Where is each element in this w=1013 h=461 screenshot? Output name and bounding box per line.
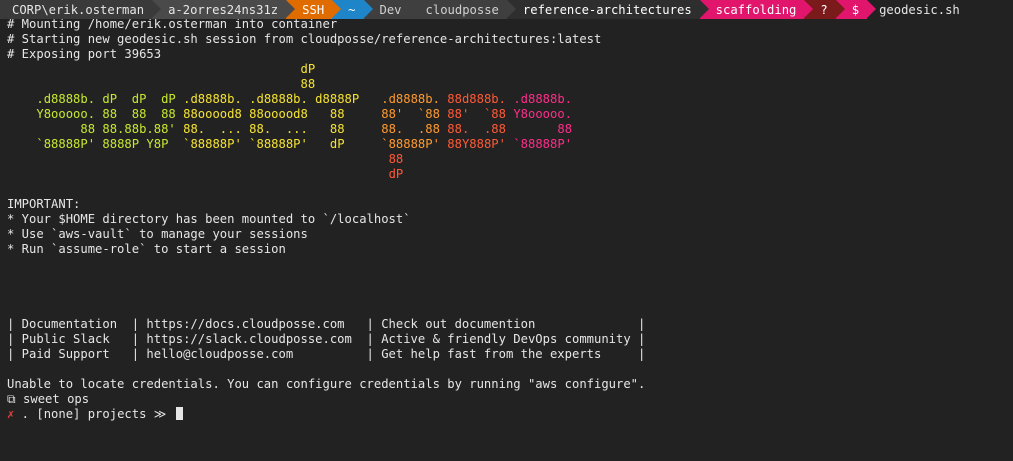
- links-table-row: | Paid Support | hello@cloudposse.com | …: [7, 347, 646, 361]
- banner-fragment: 88. .88: [447, 122, 514, 136]
- banner-fragment: [7, 77, 301, 91]
- important-item: * Use `aws-vault` to manage your session…: [7, 227, 308, 241]
- banner-line: dP: [7, 167, 645, 182]
- banner-fragment: 88. .88: [381, 122, 448, 136]
- banner-line: Y8ooooo. 88 88 88 88ooood8 88ooood8 88 8…: [7, 107, 645, 122]
- banner-line: 88: [7, 77, 645, 92]
- links-table-row: | Public Slack | https://slack.cloudposs…: [7, 332, 646, 346]
- banner-fragment: `88888P' `88888P' dP: [183, 137, 382, 151]
- banner-line: 88 88.88b.88' 88. ... 88. ... 88 88. .88…: [7, 122, 645, 137]
- banner-fragment: 88 88.88b.88': [80, 122, 184, 136]
- prompt-bar: CORP\erik.osterman a-2orres24ns31z SSH ~ Dev…: [0, 0, 1013, 19]
- copy-icon: ⧉: [7, 392, 16, 406]
- banner-fragment: [7, 122, 80, 136]
- prompt-segment-label: cloudposse: [425, 2, 499, 17]
- banner-fragment: 88' `88: [381, 107, 448, 121]
- credentials-warning: Unable to locate credentials. You can co…: [7, 377, 646, 391]
- text-cursor[interactable]: [175, 407, 183, 420]
- prompt-segment-host: a-2orres24ns31z: [152, 0, 296, 19]
- ops-text: sweet ops: [15, 392, 90, 406]
- banner-fragment: `88888P' 8888P Y8P: [36, 137, 184, 151]
- ops-line: ⧉ sweet ops: [7, 392, 645, 407]
- banner-fragment: Y8ooooo. 88 88 88: [36, 107, 184, 121]
- banner-fragment: [7, 152, 389, 166]
- message-line-3: # Exposing port 39653: [7, 47, 162, 61]
- ascii-banner: dP 88 .d8888b. dP dP dP .d8888b. .d8888b…: [7, 62, 645, 182]
- prompt-segment-label: $: [851, 2, 860, 17]
- important-title: IMPORTANT:: [7, 197, 81, 211]
- banner-fragment: dP: [388, 167, 404, 181]
- banner-fragment: .d8888b. .d8888b. d8888P: [183, 92, 382, 106]
- banner-line: .d8888b. dP dP dP .d8888b. .d8888b. d888…: [7, 92, 645, 107]
- banner-fragment: .d8888b.: [513, 92, 573, 106]
- prompt-segment-label: CORP\erik.osterman: [12, 2, 145, 17]
- banner-fragment: 88' `88: [447, 107, 514, 121]
- banner-fragment: 88Y888P': [447, 137, 514, 151]
- banner-fragment: `88888P': [381, 137, 448, 151]
- prompt-text: . [none] projects ≫: [14, 407, 174, 421]
- prompt-segment-git-branch: scaffolding: [699, 0, 814, 19]
- prompt-segment-path-cloudposse: cloudposse: [409, 0, 517, 19]
- banner-fragment: `88888P': [513, 137, 573, 151]
- terminal-output[interactable]: # Mounting /home/erik.osterman into cont…: [7, 17, 645, 422]
- banner-fragment: [7, 107, 36, 121]
- banner-fragment: 88: [388, 152, 404, 166]
- important-item: * Your $HOME directory has been mounted …: [7, 212, 411, 226]
- prompt-segment-label: Dev: [379, 2, 402, 17]
- banner-fragment: 88: [300, 77, 316, 91]
- shell-prompt[interactable]: ✗ . [none] projects ≫: [7, 407, 645, 422]
- prompt-segment-path-refarch: reference-architectures: [506, 0, 709, 19]
- message-line-2: # Starting new geodesic.sh session from …: [7, 32, 602, 46]
- banner-fragment: 88. ... 88. ... 88: [183, 122, 382, 136]
- banner-line: 88: [7, 152, 645, 167]
- banner-fragment: [7, 167, 389, 181]
- prompt-segment-user: CORP\erik.osterman: [0, 0, 162, 19]
- prompt-segment-label: scaffolding: [715, 2, 797, 17]
- banner-fragment: dP: [300, 62, 316, 76]
- banner-fragment: .d8888b. dP dP dP: [36, 92, 184, 106]
- banner-line: `88888P' 8888P Y8P `88888P' `88888P' dP …: [7, 137, 645, 152]
- important-item: * Run `assume-role` to start a session: [7, 242, 286, 256]
- prompt-segment-label: a-2orres24ns31z: [168, 2, 279, 17]
- prompt-segment-label: ?: [820, 2, 828, 17]
- banner-fragment: [7, 92, 36, 106]
- links-table-row: | Documentation | https://docs.cloudposs…: [7, 317, 646, 331]
- prompt-segment-label: ~: [348, 2, 356, 17]
- banner-fragment: 88d888b.: [447, 92, 514, 106]
- message-line-1: # Mounting /home/erik.osterman into cont…: [7, 17, 338, 31]
- prompt-segment-label: SSH: [302, 2, 325, 17]
- banner-fragment: .d8888b.: [381, 92, 448, 106]
- banner-fragment: [7, 137, 36, 151]
- banner-fragment: [7, 62, 301, 76]
- banner-fragment: 88ooood8 88ooood8 88: [183, 107, 382, 121]
- banner-fragment: 88: [513, 122, 573, 136]
- banner-fragment: Y8ooooo.: [513, 107, 573, 121]
- prompt-segment-label: reference-architectures: [522, 2, 692, 17]
- command-text: geodesic.sh: [879, 2, 960, 17]
- banner-line: dP: [7, 62, 645, 77]
